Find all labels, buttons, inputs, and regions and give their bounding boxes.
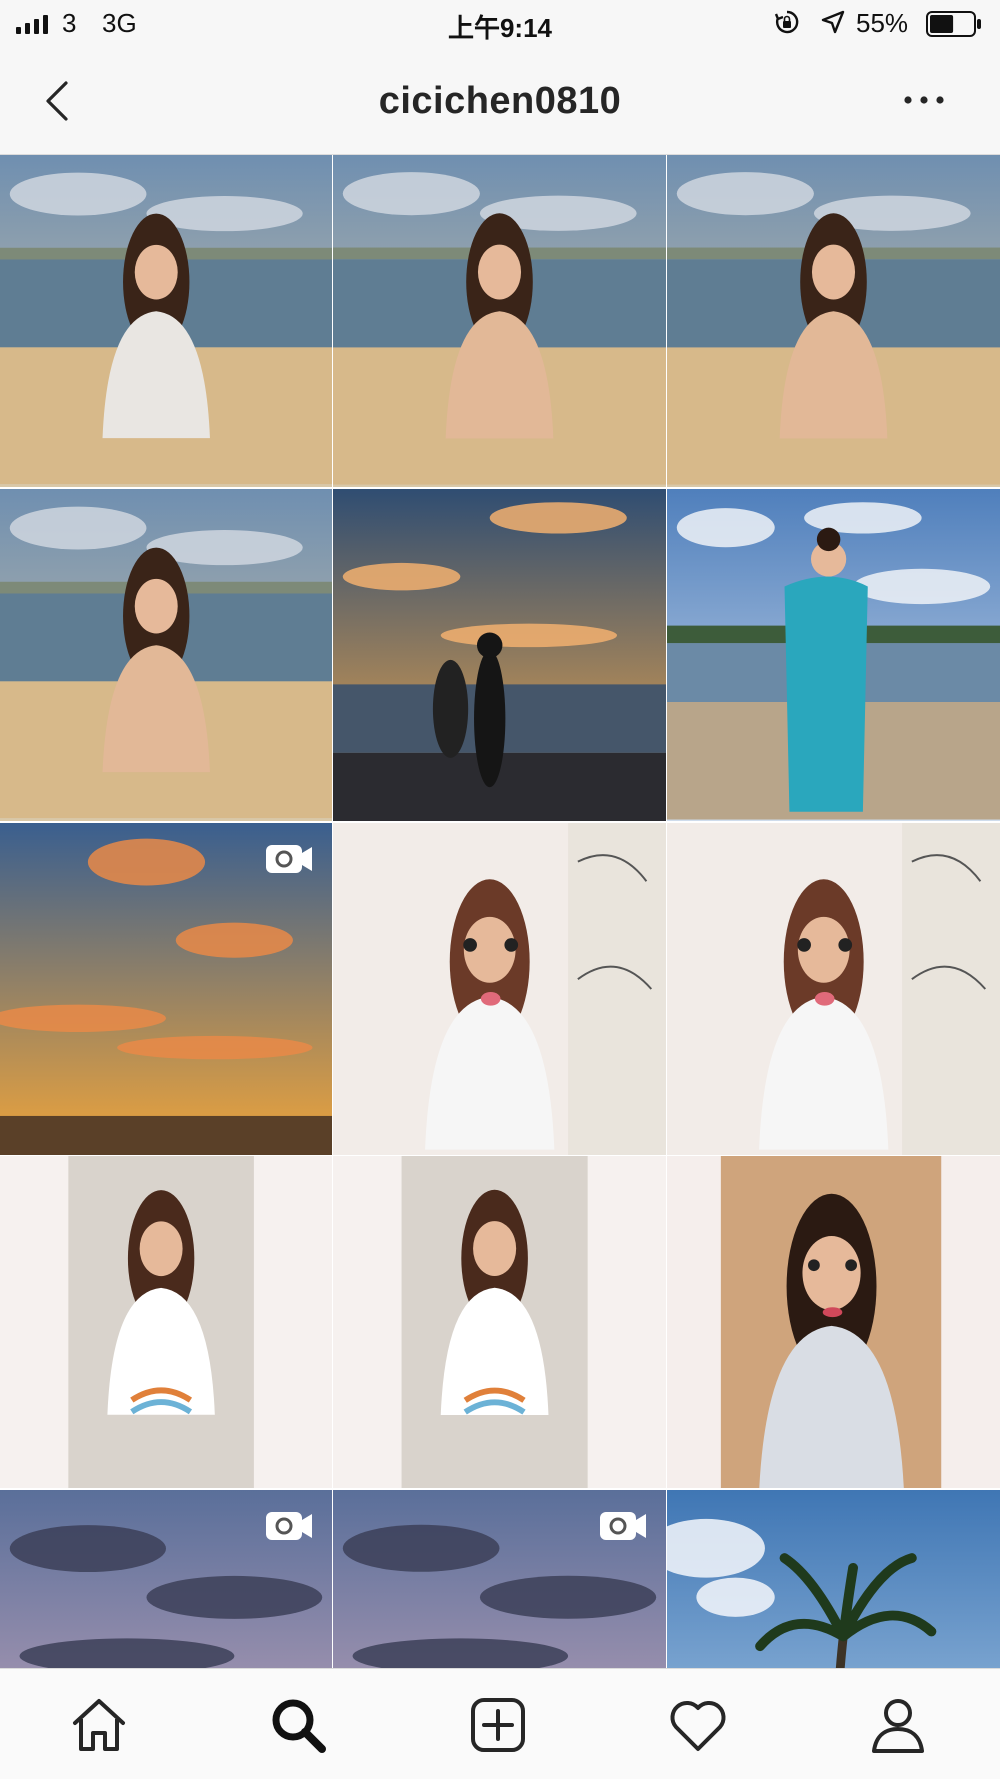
grid-post-7[interactable] xyxy=(0,823,332,1155)
status-bar: 3 3G 上午9:14 55% xyxy=(0,0,1000,48)
grid-post-2[interactable] xyxy=(333,155,666,487)
battery-percent: 55% xyxy=(856,8,909,38)
grid-post-1[interactable] xyxy=(0,155,332,487)
grid-post-8[interactable] xyxy=(333,823,666,1155)
grid-post-11[interactable] xyxy=(333,1156,666,1488)
post-thumbnail xyxy=(667,1156,1000,1488)
grid-post-5[interactable] xyxy=(333,489,666,821)
grid-post-14[interactable] xyxy=(333,1490,666,1668)
post-thumbnail xyxy=(667,155,1000,487)
grid-post-13[interactable] xyxy=(0,1490,332,1668)
post-thumbnail xyxy=(333,489,666,821)
orientation-lock-icon xyxy=(774,10,799,34)
grid-post-3[interactable] xyxy=(667,155,1000,487)
tab-bar xyxy=(0,1668,1000,1779)
post-thumbnail xyxy=(0,155,332,487)
grid-post-15[interactable] xyxy=(667,1490,1000,1668)
status-time: 上午9:14 xyxy=(447,13,553,43)
post-thumbnail xyxy=(667,1490,1000,1668)
post-thumbnail xyxy=(333,155,666,487)
heart-icon[interactable] xyxy=(666,1693,730,1757)
person-icon[interactable] xyxy=(866,1693,930,1757)
post-thumbnail xyxy=(0,1156,332,1488)
location-arrow-icon xyxy=(821,10,845,34)
video-camera-icon xyxy=(600,1512,646,1540)
video-camera-icon xyxy=(266,845,312,873)
nav-header: cicichen0810 xyxy=(0,48,1000,155)
post-thumbnail xyxy=(667,489,1000,821)
home-icon[interactable] xyxy=(67,1693,131,1757)
post-thumbnail xyxy=(667,823,1000,1155)
post-thumbnail xyxy=(333,1156,666,1488)
grid-post-9[interactable] xyxy=(667,823,1000,1155)
search-icon[interactable] xyxy=(266,1693,330,1757)
grid-post-12[interactable] xyxy=(667,1156,1000,1488)
post-thumbnail xyxy=(0,489,332,821)
page-title: cicichen0810 xyxy=(378,80,622,122)
grid-post-4[interactable] xyxy=(0,489,332,821)
plus-square-icon[interactable] xyxy=(466,1693,530,1757)
post-thumbnail xyxy=(333,823,666,1155)
grid-post-6[interactable] xyxy=(667,489,1000,821)
more-horizontal-icon[interactable] xyxy=(898,78,950,122)
grid-post-10[interactable] xyxy=(0,1156,332,1488)
photo-grid xyxy=(0,155,1000,1668)
battery-icon xyxy=(926,11,981,37)
video-camera-icon xyxy=(266,1512,312,1540)
